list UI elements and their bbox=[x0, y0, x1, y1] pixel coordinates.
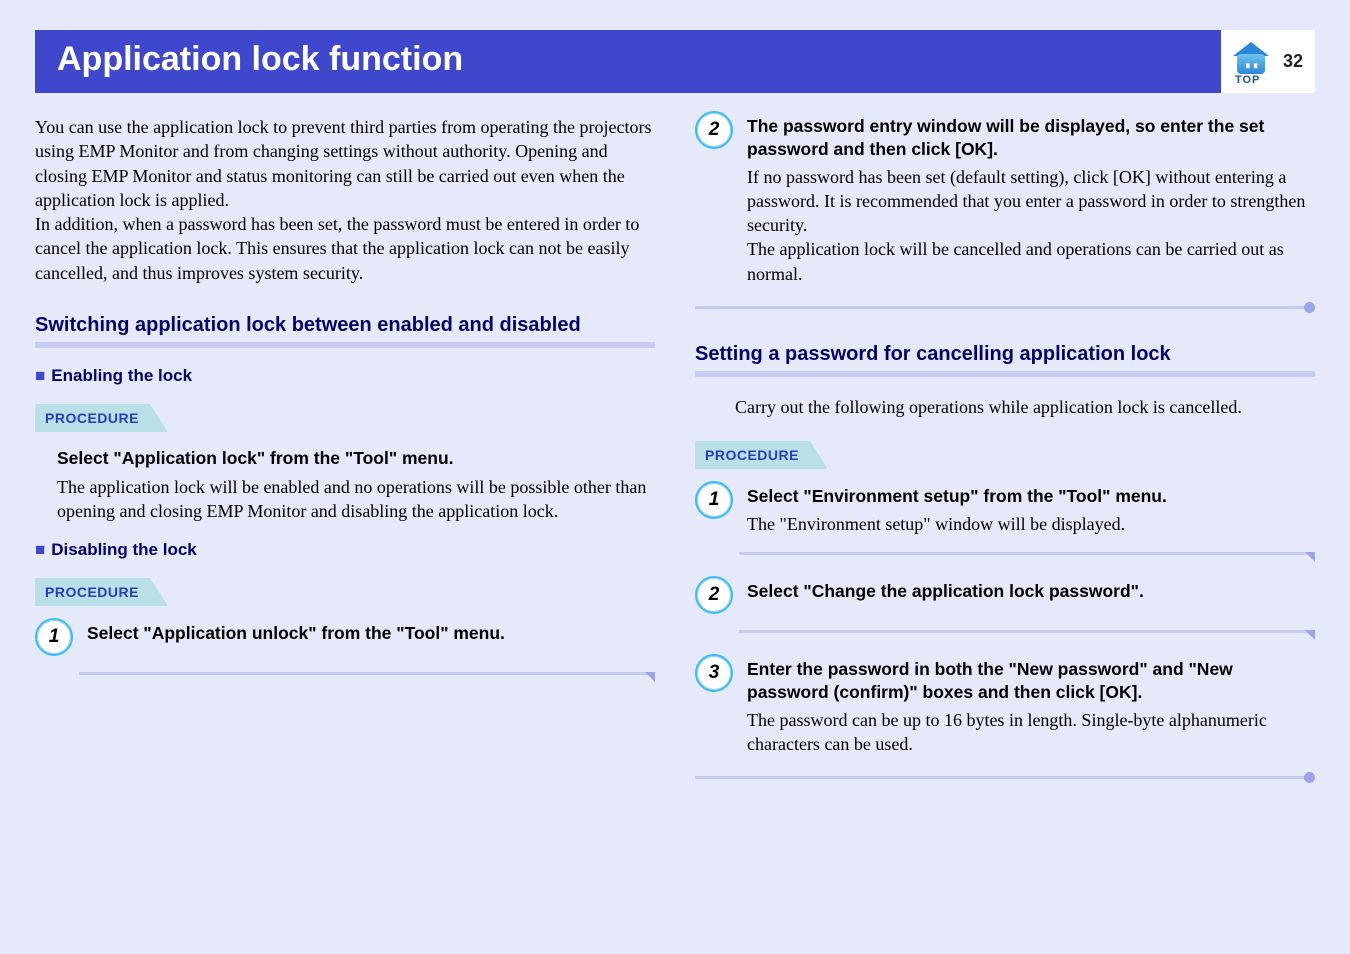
pw-step2-title: Select "Change the application lock pass… bbox=[747, 580, 1315, 603]
enable-step-text: The application lock will be enabled and… bbox=[57, 475, 655, 524]
bullet-icon: ■ bbox=[35, 540, 45, 559]
subheading-disable: ■Disabling the lock bbox=[35, 540, 655, 560]
procedure-label: PROCEDURE bbox=[695, 441, 827, 469]
end-separator bbox=[695, 304, 1315, 314]
procedure-label: PROCEDURE bbox=[35, 404, 167, 432]
disable-step1-title: Select "Application unlock" from the "To… bbox=[87, 622, 655, 645]
pw-step1-text: The "Environment setup" window will be d… bbox=[747, 512, 1315, 536]
section-rule bbox=[695, 371, 1315, 377]
step-number-3: 3 bbox=[695, 654, 733, 692]
home-icon: ∎∎ TOP bbox=[1227, 38, 1275, 86]
disable-step2-title: The password entry window will be displa… bbox=[747, 115, 1315, 161]
section-heading-switch: Switching application lock between enabl… bbox=[35, 313, 655, 338]
step-number-1: 1 bbox=[695, 481, 733, 519]
password-intro: Carry out the following operations while… bbox=[735, 395, 1315, 419]
pw-step3-text: The password can be up to 16 bytes in le… bbox=[747, 708, 1315, 757]
section-heading-password: Setting a password for cancelling applic… bbox=[695, 342, 1315, 367]
page-number: 32 bbox=[1283, 51, 1303, 72]
step-number-2: 2 bbox=[695, 111, 733, 149]
subheading-enable: ■Enabling the lock bbox=[35, 366, 655, 386]
end-separator bbox=[695, 774, 1315, 784]
step-separator bbox=[739, 630, 1315, 638]
section-rule bbox=[35, 342, 655, 348]
disable-step2-text: If no password has been set (default set… bbox=[747, 165, 1315, 286]
step-number-1: 1 bbox=[35, 618, 73, 656]
procedure-label: PROCEDURE bbox=[35, 578, 167, 606]
step-number-2: 2 bbox=[695, 576, 733, 614]
step-separator bbox=[739, 552, 1315, 560]
pw-step3-title: Enter the password in both the "New pass… bbox=[747, 658, 1315, 704]
page-title: Application lock function bbox=[35, 30, 1221, 93]
step-separator bbox=[79, 672, 655, 680]
intro-text: You can use the application lock to prev… bbox=[35, 115, 655, 285]
enable-step-title: Select "Application lock" from the "Tool… bbox=[57, 448, 655, 469]
top-label: TOP bbox=[1235, 74, 1260, 86]
top-link[interactable]: ∎∎ TOP 32 bbox=[1221, 30, 1315, 93]
pw-step1-title: Select "Environment setup" from the "Too… bbox=[747, 485, 1315, 508]
bullet-icon: ■ bbox=[35, 366, 45, 385]
